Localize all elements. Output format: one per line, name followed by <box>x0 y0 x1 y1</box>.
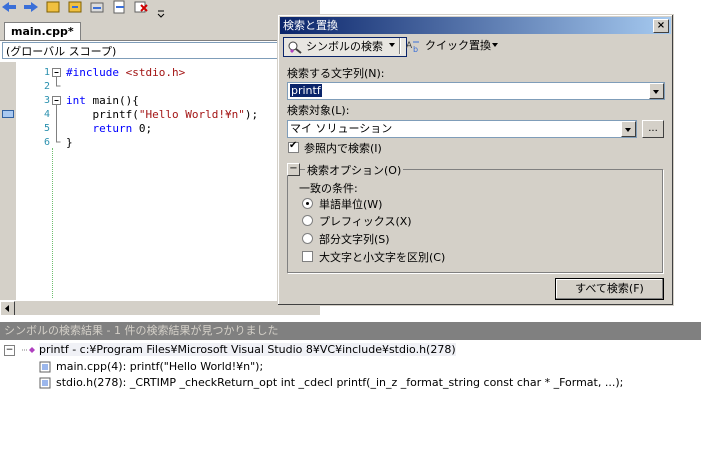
search-in-references-checkbox[interactable] <box>288 140 299 153</box>
keyword: int <box>66 94 86 107</box>
tab-find-symbol-label: シンボルの検索 <box>306 40 383 53</box>
result-root-text: printf - c:¥Program Files¥Microsoft Visu… <box>39 343 456 356</box>
code-text: ); <box>244 108 259 121</box>
results-panel-title: シンボルの検索結果 - 1 件の検索結果が見つかりました <box>0 322 701 340</box>
results-tree[interactable]: − printf - c:¥Program Files¥Microsoft Vis… <box>0 340 701 462</box>
panel-splitter[interactable] <box>0 315 701 322</box>
find-all-button[interactable]: すべて検索(F) <box>555 278 664 300</box>
indicator-margin[interactable] <box>0 62 16 300</box>
string-literal: "Hello World!¥n" <box>138 108 245 121</box>
code-line-5: return 0; <box>66 122 152 136</box>
svg-text:A: A <box>406 41 413 51</box>
dialog-title-bar[interactable]: 検索と置換 × <box>280 17 671 34</box>
result-row-text: main.cpp(4): printf("Hello World!¥n"); <box>56 360 264 373</box>
line-number: 1 <box>43 67 50 78</box>
browse-button[interactable]: ... <box>642 120 664 138</box>
toolbar-overflow-icon[interactable] <box>156 0 166 18</box>
svg-text:b: b <box>413 45 418 53</box>
navigate-back-icon[interactable] <box>0 0 18 14</box>
arrow-left-icon <box>5 305 9 312</box>
code-text: 0; <box>132 122 153 135</box>
dialog-title: 検索と置換 <box>283 19 338 32</box>
find-options-label: 検索オプション(O) <box>305 162 404 178</box>
result-root-row[interactable]: − printf - c:¥Program Files¥Microsoft Vis… <box>4 342 456 358</box>
tab-quick-replace-label: クイック置換 <box>425 39 491 52</box>
radio-prefix[interactable] <box>302 215 313 226</box>
find-replace-dialog: 検索と置換 × シンボルの検索 A b クイック置換 検索する文字列(N): p… <box>277 14 674 306</box>
quick-replace-icon: A b <box>406 41 419 53</box>
line-number: 2 <box>43 81 50 92</box>
match-case-label: 大文字と小文字を区別(C) <box>319 251 446 264</box>
radio-substring[interactable] <box>302 233 313 244</box>
document-tab-strip: main.cpp* <box>0 20 320 41</box>
code-editor[interactable]: 1 2 3 4 5 6 #include <stdio.h> int main(… <box>0 62 320 300</box>
method-icon <box>22 347 35 353</box>
find-what-label: 検索する文字列(N): <box>287 67 385 80</box>
bookmark-next-icon[interactable] <box>66 0 84 14</box>
tab-find-symbol[interactable]: シンボルの検索 <box>283 37 407 57</box>
radio-whole-word-label: 単語単位(W) <box>319 198 383 211</box>
editor-horizontal-scrollbar[interactable] <box>0 300 320 316</box>
result-row[interactable]: main.cpp(4): printf("Hello World!¥n"); <box>38 359 263 375</box>
result-row-text: stdio.h(278): _CRTIMP _checkReturn_opt i… <box>56 376 624 389</box>
close-button[interactable]: × <box>653 19 669 33</box>
reference-icon <box>39 377 51 389</box>
match-case-checkbox[interactable] <box>302 251 313 262</box>
match-condition-label: 一致の条件: <box>299 182 358 195</box>
find-what-dropdown-button[interactable] <box>649 83 664 99</box>
code-line-1: #include <stdio.h> <box>66 66 185 80</box>
result-row[interactable]: stdio.h(278): _CRTIMP _checkReturn_opt i… <box>38 375 623 391</box>
look-in-label: 検索対象(L): <box>287 104 350 117</box>
radio-substring-label: 部分文字列(S) <box>319 233 390 246</box>
find-options-toggle[interactable]: − <box>287 163 300 176</box>
chevron-down-icon[interactable] <box>389 43 395 47</box>
change-tracking-bar <box>52 148 54 298</box>
line-number: 5 <box>43 123 50 134</box>
line-number: 3 <box>43 95 50 106</box>
bookmark-folder-icon[interactable] <box>88 0 106 14</box>
include-path: <stdio.h> <box>118 66 186 79</box>
tab-main-cpp[interactable]: main.cpp* <box>4 22 81 40</box>
tab-quick-replace[interactable]: A b クイック置換 <box>403 37 491 55</box>
code-text: main(){ <box>85 94 139 107</box>
bookmark-icon <box>2 110 14 118</box>
scope-dropdown[interactable]: (グローバル スコープ) <box>2 42 319 59</box>
search-in-references-label: 参照内で検索(I) <box>304 142 382 155</box>
bookmark-prev-icon[interactable] <box>44 0 62 14</box>
look-in-value: マイ ソリューション <box>290 122 393 135</box>
code-line-6: } <box>66 136 73 150</box>
collapse-icon[interactable]: − <box>4 344 15 356</box>
radio-prefix-label: プレフィックス(X) <box>319 215 412 228</box>
bookmark-file-icon[interactable] <box>110 0 128 14</box>
toolbar-separator <box>399 38 401 54</box>
look-in-dropdown-button[interactable] <box>621 121 636 137</box>
find-symbol-icon <box>288 41 302 54</box>
dialog-mode-toolbar: シンボルの検索 A b クイック置換 <box>281 35 670 57</box>
radio-whole-word[interactable] <box>302 198 313 209</box>
navigate-forward-icon[interactable] <box>22 0 40 14</box>
keyword: return <box>66 122 133 135</box>
find-what-combo[interactable]: printf <box>287 82 665 100</box>
code-text: printf( <box>66 108 139 121</box>
code-line-3: int main(){ <box>66 94 139 108</box>
code-text: } <box>66 136 73 149</box>
keyword: #include <box>66 66 119 79</box>
line-number: 6 <box>43 137 50 148</box>
clear-bookmarks-icon[interactable] <box>132 0 150 14</box>
reference-icon <box>39 361 51 373</box>
find-what-input[interactable]: printf <box>290 84 322 98</box>
right-blank-area <box>674 14 701 322</box>
line-number: 4 <box>43 109 50 120</box>
scroll-left-button[interactable] <box>0 301 15 316</box>
main-toolbar <box>0 0 320 20</box>
chevron-down-icon[interactable] <box>492 43 498 47</box>
code-line-4: printf("Hello World!¥n"); <box>66 108 258 122</box>
look-in-combo[interactable]: マイ ソリューション <box>287 120 637 138</box>
